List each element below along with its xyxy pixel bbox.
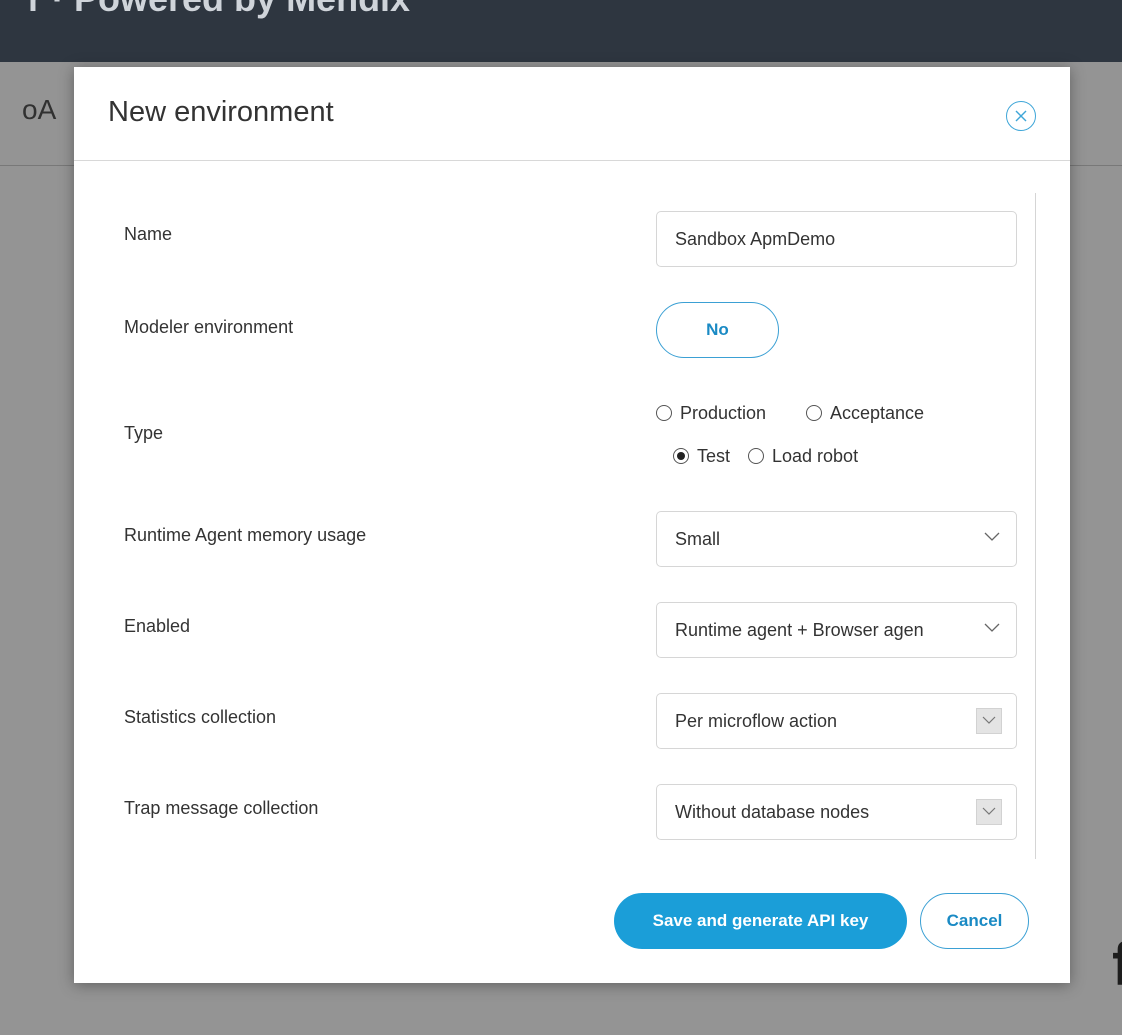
scrollbar-track[interactable] xyxy=(1035,193,1036,859)
trap-message-collection-select[interactable]: Without database nodes xyxy=(656,784,1017,840)
trap-message-collection-label: Trap message collection xyxy=(124,798,319,818)
type-option-production[interactable]: Production xyxy=(656,403,766,424)
chevron-down-icon xyxy=(982,807,996,815)
chevron-down-icon xyxy=(982,716,996,724)
name-input[interactable] xyxy=(656,211,1017,267)
statistics-collection-label: Statistics collection xyxy=(124,707,277,727)
radio-button[interactable] xyxy=(656,405,672,421)
type-option-acceptance[interactable]: Acceptance xyxy=(806,403,924,424)
type-label: Type xyxy=(124,423,164,443)
dropdown-arrow-button[interactable] xyxy=(976,708,1002,734)
radio-label: Load robot xyxy=(772,446,859,466)
dialog-body: Name Modeler environment No Type Product… xyxy=(74,161,1070,861)
radio-button-selected[interactable] xyxy=(673,448,689,464)
statistics-collection-select[interactable]: Per microflow action xyxy=(656,693,1017,749)
dialog-title: New environment xyxy=(108,96,334,128)
window-edge xyxy=(1122,0,1134,1035)
cancel-button[interactable]: Cancel xyxy=(920,893,1029,949)
radio-label: Test xyxy=(697,446,731,466)
memory-usage-select[interactable]: Small xyxy=(656,511,1017,567)
radio-button[interactable] xyxy=(806,405,822,421)
close-icon xyxy=(1015,110,1027,122)
select-value: Without database nodes xyxy=(675,802,870,822)
type-option-load-robot[interactable]: Load robot xyxy=(748,446,858,467)
app-topbar: r · Powered by Mendix xyxy=(0,0,1122,62)
select-value: Small xyxy=(675,529,721,549)
dropdown-arrow-button[interactable] xyxy=(976,799,1002,825)
radio-button[interactable] xyxy=(748,448,764,464)
memory-usage-label: Runtime Agent memory usage xyxy=(124,525,367,545)
close-button[interactable] xyxy=(1006,101,1036,131)
radio-label: Production xyxy=(680,403,767,423)
enabled-label: Enabled xyxy=(124,616,191,636)
select-value: Per microflow action xyxy=(675,711,838,731)
select-value: Runtime agent + Browser agen xyxy=(675,620,924,640)
name-label: Name xyxy=(124,224,173,244)
chevron-down-icon xyxy=(984,623,1000,632)
chevron-down-icon xyxy=(984,532,1000,541)
modeler-environment-label: Modeler environment xyxy=(124,317,294,337)
modeler-environment-toggle[interactable]: No xyxy=(656,302,779,358)
topbar-title: r · Powered by Mendix xyxy=(28,0,410,20)
radio-label: Acceptance xyxy=(830,403,925,423)
type-option-test[interactable]: Test xyxy=(673,446,730,467)
enabled-select[interactable]: Runtime agent + Browser agen xyxy=(656,602,1017,658)
new-environment-dialog: New environment Name Modeler environment… xyxy=(74,67,1070,983)
save-and-generate-api-key-button[interactable]: Save and generate API key xyxy=(614,893,907,949)
dialog-header: New environment xyxy=(74,67,1070,161)
